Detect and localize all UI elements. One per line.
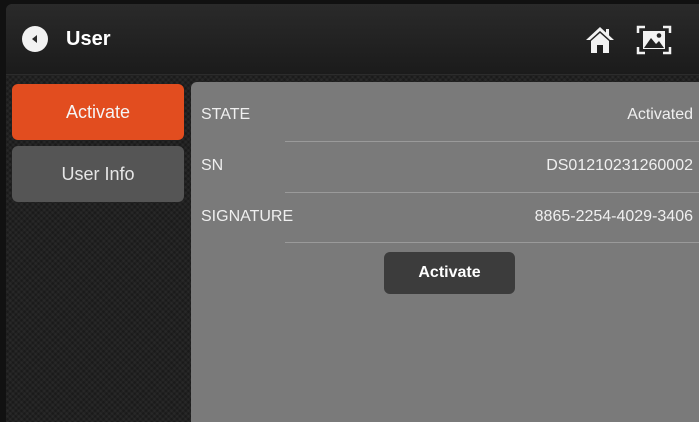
row-value: Activated xyxy=(627,106,693,123)
sidebar-item-label: Activate xyxy=(65,101,131,122)
row-value: 8865-2254-4029-3406 xyxy=(534,208,693,225)
row-label: SN xyxy=(201,157,224,174)
back-button[interactable] xyxy=(22,26,48,52)
app-frame: User Activate User Info STATE Activated … xyxy=(6,4,699,422)
sidebar-item-label: User Info xyxy=(61,163,135,184)
activation-panel: STATE Activated SN DS01210231260002 SIGN… xyxy=(191,82,699,422)
activate-button[interactable]: Activate xyxy=(384,252,515,294)
page-title: User xyxy=(66,28,111,50)
top-bar: User xyxy=(6,4,699,75)
info-row-sn: SN DS01210231260002 xyxy=(191,141,699,191)
sidebar-item-user-info[interactable]: User Info xyxy=(12,146,184,202)
screenshot-icon[interactable] xyxy=(636,24,672,56)
row-label: SIGNATURE xyxy=(201,208,294,225)
sidebar-item-activate[interactable]: Activate xyxy=(12,84,184,140)
home-icon[interactable] xyxy=(584,24,616,56)
row-divider xyxy=(285,242,699,243)
info-row-state: STATE Activated xyxy=(191,90,699,140)
info-row-signature: SIGNATURE 8865-2254-4029-3406 xyxy=(191,192,699,242)
back-arrow-icon xyxy=(32,35,37,43)
row-label: STATE xyxy=(201,106,251,123)
row-value: DS01210231260002 xyxy=(546,157,693,174)
